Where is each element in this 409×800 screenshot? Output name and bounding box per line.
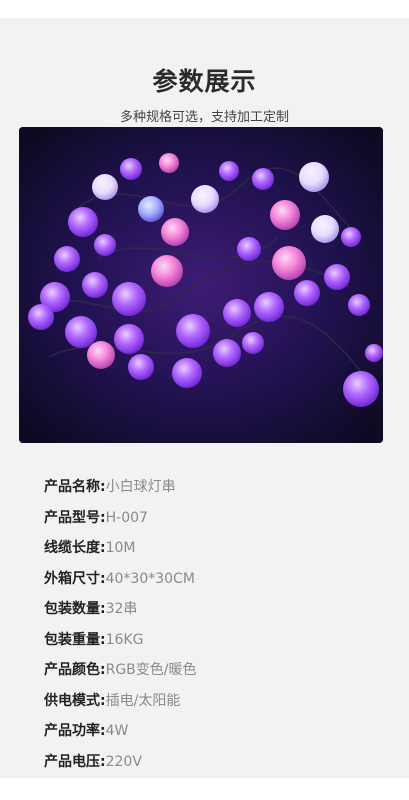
page-title: 参数展示 bbox=[152, 67, 257, 96]
spec-label: 供电模式: bbox=[44, 692, 106, 709]
spec-value: 插电/太阳能 bbox=[105, 692, 181, 709]
spec-label: 产品颜色: bbox=[44, 662, 106, 678]
spec-label: 产品名称: bbox=[44, 479, 106, 495]
spec-value: 220V bbox=[105, 753, 142, 770]
spec-label: 线缆长度: bbox=[44, 540, 106, 556]
spec-row-power-mode: 供电模式:插电/太阳能 bbox=[44, 690, 197, 721]
spec-value: 小白球灯串 bbox=[105, 479, 176, 495]
spec-value: 4W bbox=[105, 723, 129, 739]
spec-value: 40*30*30CM bbox=[105, 570, 195, 587]
page-subtitle: 多种规格可选，支持加工定制 bbox=[119, 110, 289, 125]
spec-row-voltage: 产品电压:220V bbox=[44, 751, 197, 782]
product-photo bbox=[19, 127, 383, 443]
spec-label: 产品功率: bbox=[44, 723, 106, 739]
spec-row-cable-length: 线缆长度:10M bbox=[44, 537, 197, 568]
spec-label: 外箱尺寸: bbox=[44, 570, 106, 587]
spec-row-carton-size: 外箱尺寸:40*30*30CM bbox=[44, 568, 197, 599]
spec-value: 16KG bbox=[105, 631, 144, 648]
spec-row-model: 产品型号:H-007 bbox=[44, 507, 197, 538]
spec-row-pack-quantity: 包装数量:32串 bbox=[44, 598, 197, 629]
spec-row-name: 产品名称:小白球灯串 bbox=[44, 476, 197, 507]
spec-row-power: 产品功率:4W bbox=[44, 720, 197, 751]
spec-list: 产品名称:小白球灯串 产品型号:H-007 线缆长度:10M 外箱尺寸:40*3… bbox=[44, 476, 197, 781]
spec-label: 包装重量: bbox=[44, 631, 106, 648]
spec-label: 产品电压: bbox=[44, 753, 106, 770]
spec-value: 10M bbox=[105, 540, 136, 556]
spec-row-pack-weight: 包装重量:16KG bbox=[44, 629, 197, 660]
spec-label: 产品型号: bbox=[44, 509, 106, 526]
spec-row-color: 产品颜色:RGB变色/暖色 bbox=[44, 659, 197, 690]
spec-label: 包装数量: bbox=[44, 601, 106, 617]
spec-value: 32串 bbox=[105, 601, 138, 617]
spec-value: H-007 bbox=[105, 509, 148, 526]
spec-value: RGB变色/暖色 bbox=[105, 662, 197, 678]
